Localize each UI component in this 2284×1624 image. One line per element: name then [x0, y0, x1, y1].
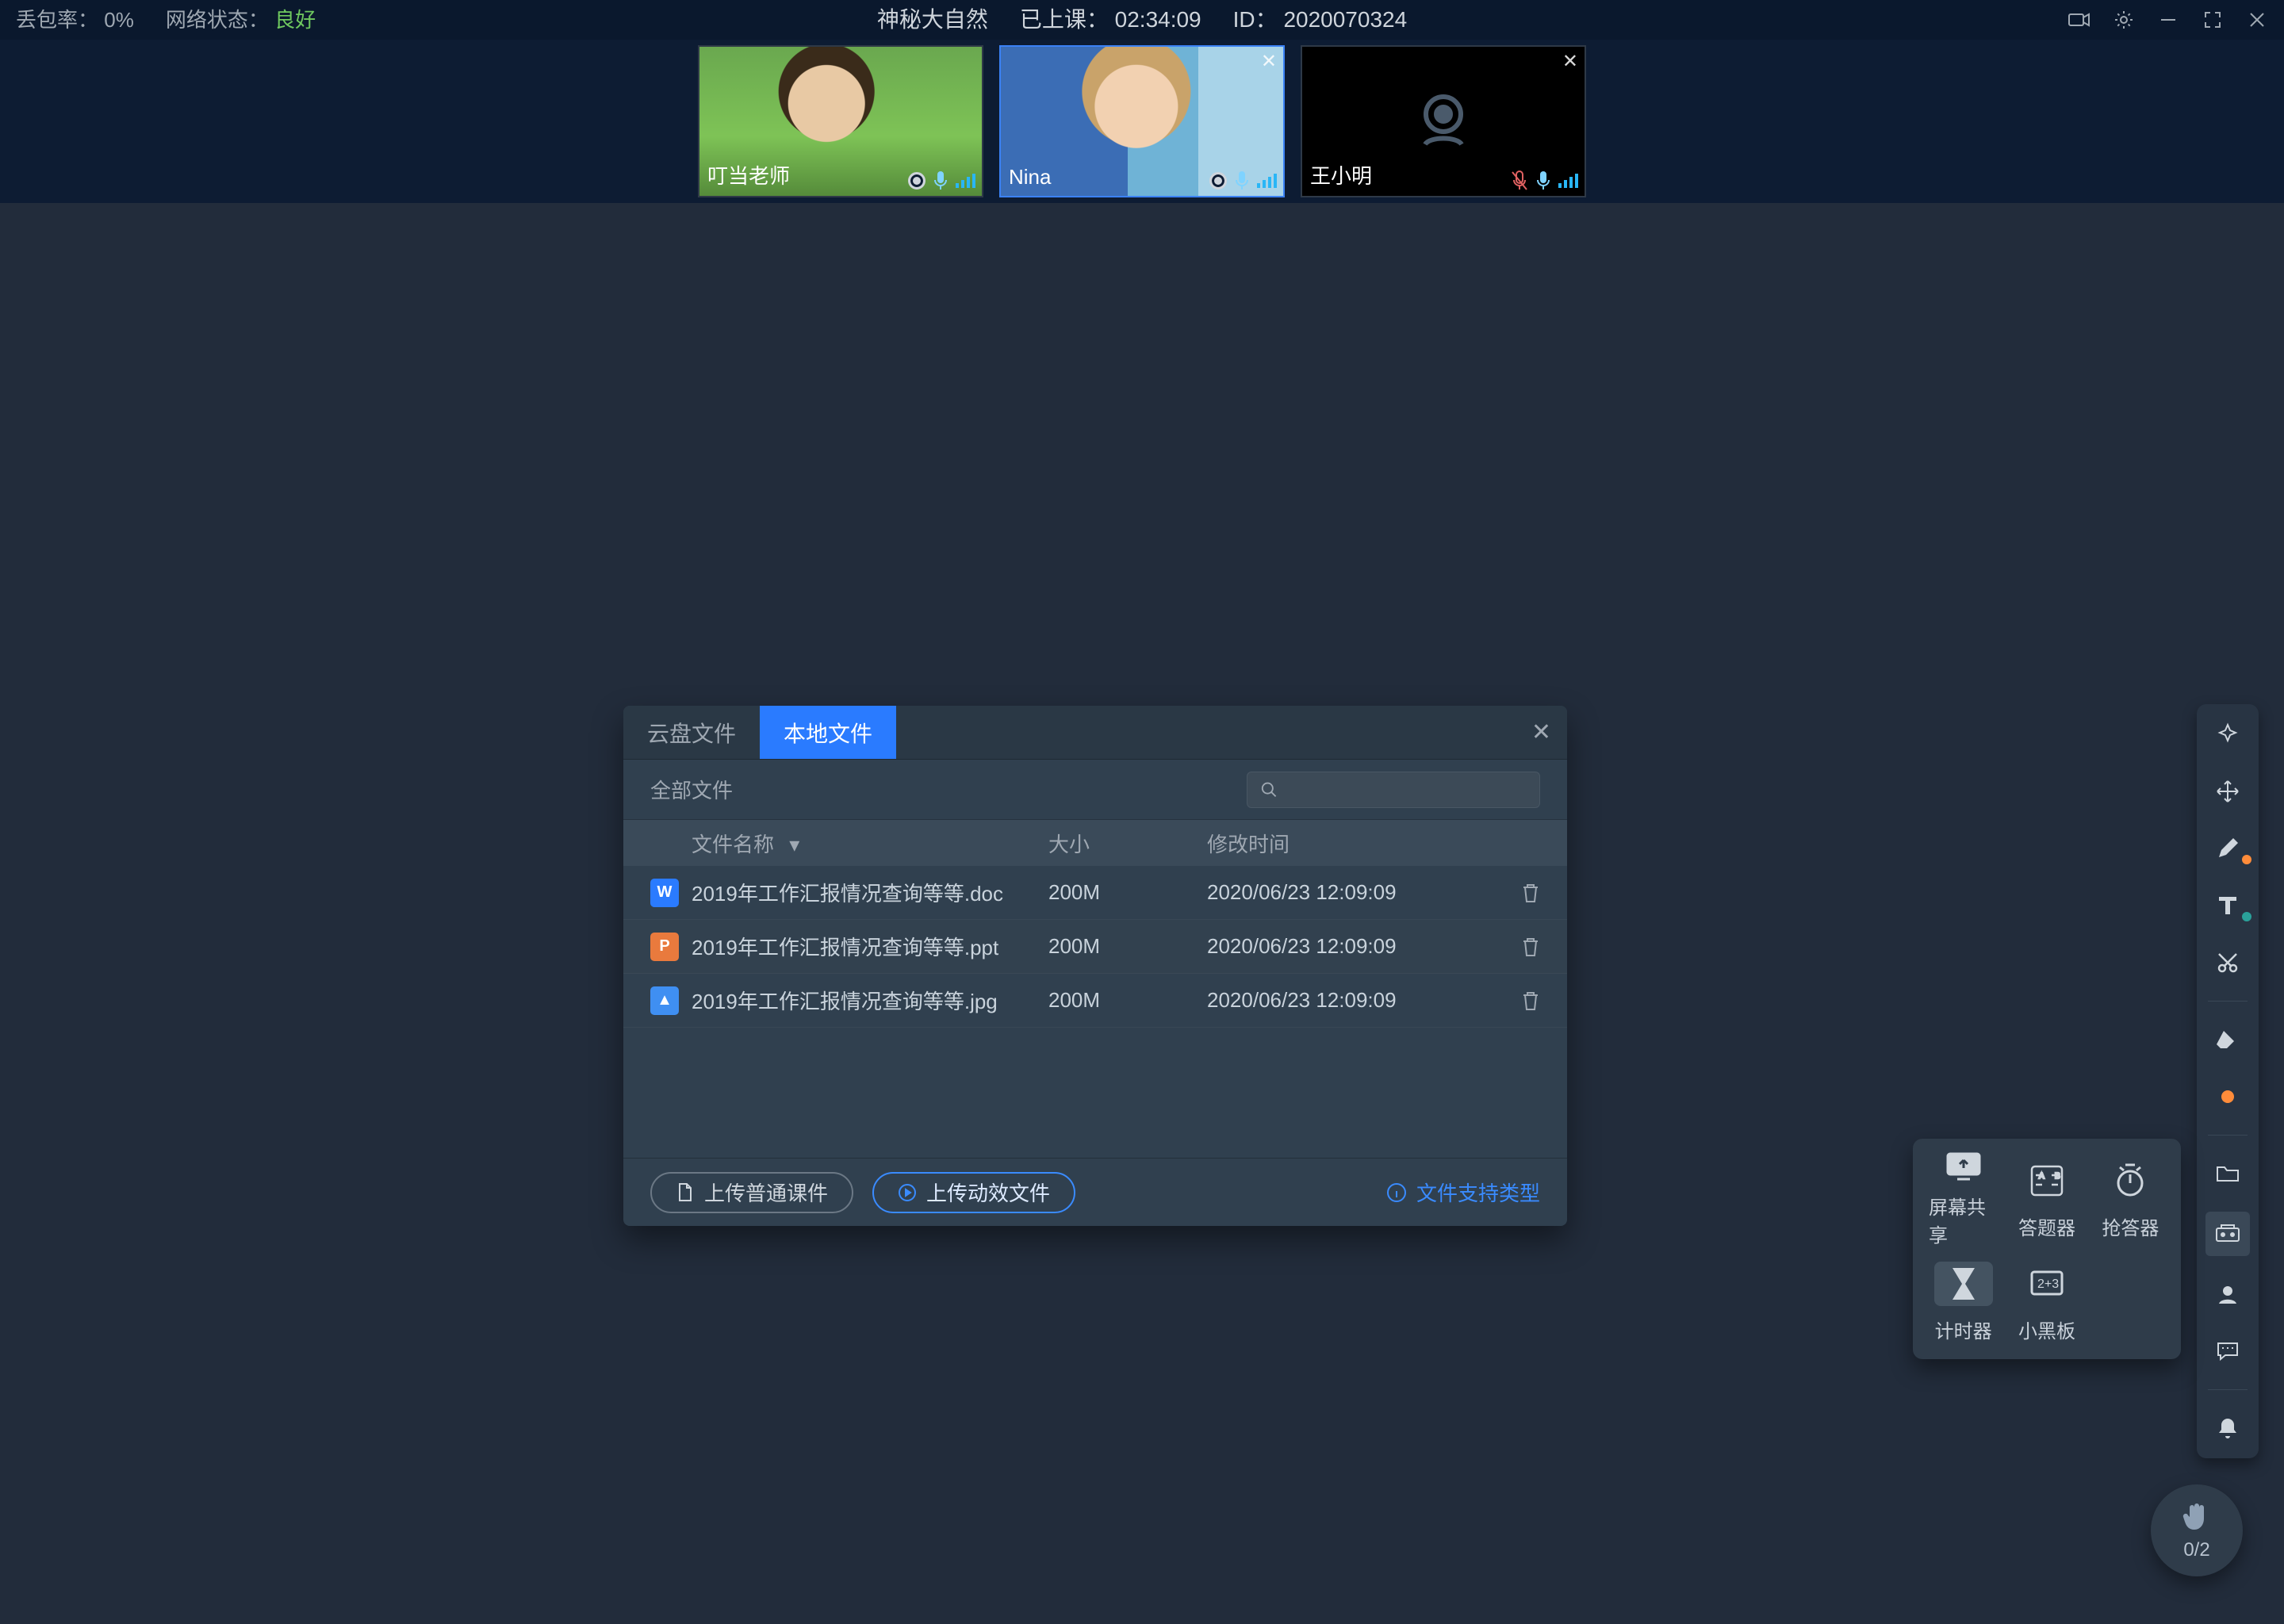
hand-raise-chip[interactable]: 0/2	[2151, 1484, 2243, 1576]
sort-down-icon: ▾	[789, 833, 799, 856]
participant-name: 王小明	[1310, 160, 1372, 190]
search-icon	[1260, 780, 1278, 799]
close-window-icon[interactable]	[2246, 9, 2268, 31]
file-row[interactable]: W 2019年工作汇报情况查询等等.doc200M2020/06/23 12:09…	[623, 866, 1567, 920]
pointer-tool[interactable]	[2205, 715, 2250, 753]
rush-answer[interactable]: 抢答器	[2096, 1155, 2165, 1243]
teaching-tools[interactable]	[2205, 1212, 2250, 1256]
file-table-header: 文件名称 ▾ 大小 修改时间	[623, 820, 1567, 866]
tab-cloud-files[interactable]: 云盘文件	[623, 706, 760, 759]
status-dot-icon	[2242, 912, 2251, 921]
file-name: 2019年工作汇报情况查询等等.jpg	[692, 986, 1048, 1015]
mic-icon	[933, 170, 948, 191]
participant-name: 叮当老师	[707, 160, 790, 190]
file-types-link[interactable]: 文件支持类型	[1386, 1178, 1540, 1207]
network-status-label: 网络状态：	[166, 8, 269, 32]
camera-strip: 叮当老师 ✕ Nina ✕ 王小明	[0, 40, 2284, 203]
mini-board[interactable]: 2+3 小黑板	[2012, 1258, 2081, 1346]
file-name: 2019年工作汇报情况查询等等.doc	[692, 878, 1048, 907]
file-modified: 2020/06/23 12:09:09	[1207, 880, 1461, 905]
webcam-on-icon	[908, 172, 925, 190]
minimize-icon[interactable]	[2157, 9, 2179, 31]
search-input[interactable]	[1247, 772, 1540, 808]
text-tool[interactable]	[2205, 887, 2250, 925]
answer-tool[interactable]: A B 答题器	[2012, 1155, 2081, 1243]
eraser-tool[interactable]	[2205, 1021, 2250, 1059]
camera-tile-teacher[interactable]: 叮当老师	[698, 45, 983, 197]
packet-loss-value: 0%	[104, 8, 134, 32]
pen-tool[interactable]	[2205, 829, 2250, 868]
delete-file-icon[interactable]	[1461, 990, 1540, 1011]
col-modified[interactable]: 修改时间	[1207, 829, 1461, 858]
webcam-on-icon	[1209, 172, 1227, 190]
chat-tool[interactable]	[2205, 1332, 2250, 1370]
bell-tool[interactable]	[2205, 1409, 2250, 1447]
signal-icon	[1558, 174, 1578, 188]
session-id-value: 2020070324	[1283, 7, 1407, 32]
svg-text:2+3: 2+3	[2037, 1277, 2059, 1291]
cut-tool[interactable]	[2205, 944, 2250, 982]
mic-icon	[1235, 170, 1249, 191]
col-size[interactable]: 大小	[1048, 829, 1207, 858]
all-files-label[interactable]: 全部文件	[650, 775, 733, 804]
hand-icon	[2180, 1500, 2213, 1533]
play-circle-icon	[898, 1183, 917, 1202]
folder-tool[interactable]	[2205, 1155, 2250, 1193]
elapsed-value: 02:34:09	[1115, 7, 1201, 32]
file-dialog: 云盘文件 本地文件 ✕ 全部文件 文件名称 ▾ 大小 修改时间 W 2019年工作…	[623, 706, 1567, 1226]
file-type-icon: W	[650, 879, 679, 907]
svg-text:A: A	[2039, 1172, 2044, 1181]
fullscreen-icon[interactable]	[2202, 9, 2224, 31]
file-size: 200M	[1048, 880, 1207, 905]
file-name: 2019年工作汇报情况查询等等.ppt	[692, 932, 1048, 961]
file-row[interactable]: ▲ 2019年工作汇报情况查询等等.jpg200M2020/06/23 12:09…	[623, 974, 1567, 1028]
screen-share[interactable]: 屏幕共享	[1929, 1155, 1998, 1243]
signal-icon	[1257, 174, 1277, 188]
signal-icon	[956, 174, 975, 188]
svg-text:B: B	[2055, 1172, 2060, 1181]
color-tool[interactable]	[2205, 1078, 2250, 1116]
network-status-value: 良好	[274, 8, 316, 32]
upload-normal-button[interactable]: 上传普通课件	[650, 1172, 853, 1213]
file-icon	[676, 1182, 695, 1203]
dialog-close-icon[interactable]: ✕	[1531, 706, 1551, 759]
mic-icon	[1536, 170, 1550, 191]
participant-name: Nina	[1009, 165, 1051, 190]
status-dot-icon	[2242, 855, 2251, 864]
mic-muted-icon	[1511, 170, 1528, 191]
top-bar: 丢包率： 0% 网络状态： 良好 神秘大自然 已上课： 02:34:09 ID：…	[0, 0, 2284, 40]
file-row[interactable]: P 2019年工作汇报情况查询等等.ppt200M2020/06/23 12:09…	[623, 920, 1567, 974]
camera-toggle-icon[interactable]	[2068, 9, 2090, 31]
teaching-tools-popover: 屏幕共享 A B 答题器 抢答器	[1913, 1139, 2181, 1359]
camera-tile-student-2[interactable]: ✕ 王小明	[1301, 45, 1586, 197]
main-stage: 云盘文件 本地文件 ✕ 全部文件 文件名称 ▾ 大小 修改时间 W 2019年工作…	[0, 203, 2284, 1624]
file-type-icon: ▲	[650, 986, 679, 1015]
col-name[interactable]: 文件名称 ▾	[692, 829, 1048, 858]
search-field[interactable]	[1278, 779, 1527, 801]
close-tile-icon[interactable]: ✕	[1562, 50, 1578, 73]
tab-local-files[interactable]: 本地文件	[760, 706, 896, 759]
settings-icon[interactable]	[2113, 9, 2135, 31]
delete-file-icon[interactable]	[1461, 936, 1540, 957]
file-modified: 2020/06/23 12:09:09	[1207, 988, 1461, 1013]
close-tile-icon[interactable]: ✕	[1261, 50, 1277, 73]
file-modified: 2020/06/23 12:09:09	[1207, 934, 1461, 959]
hand-raise-count: 0/2	[2183, 1539, 2209, 1561]
file-type-icon: P	[650, 933, 679, 961]
class-title: 神秘大自然	[877, 0, 988, 40]
timer-tool[interactable]: 计时器	[1929, 1258, 1998, 1346]
delete-file-icon[interactable]	[1461, 883, 1540, 903]
tool-rail	[2197, 704, 2259, 1458]
session-id-label: ID：	[1233, 7, 1278, 32]
elapsed-label: 已上课：	[1020, 7, 1109, 32]
upload-dynamic-button[interactable]: 上传动效文件	[872, 1172, 1075, 1213]
file-size: 200M	[1048, 988, 1207, 1013]
participants-tool[interactable]	[2205, 1275, 2250, 1313]
move-tool[interactable]	[2205, 772, 2250, 810]
packet-loss-label: 丢包率：	[16, 8, 98, 32]
info-icon	[1386, 1182, 1407, 1203]
file-size: 200M	[1048, 934, 1207, 959]
camera-tile-student-1[interactable]: ✕ Nina	[999, 45, 1285, 197]
